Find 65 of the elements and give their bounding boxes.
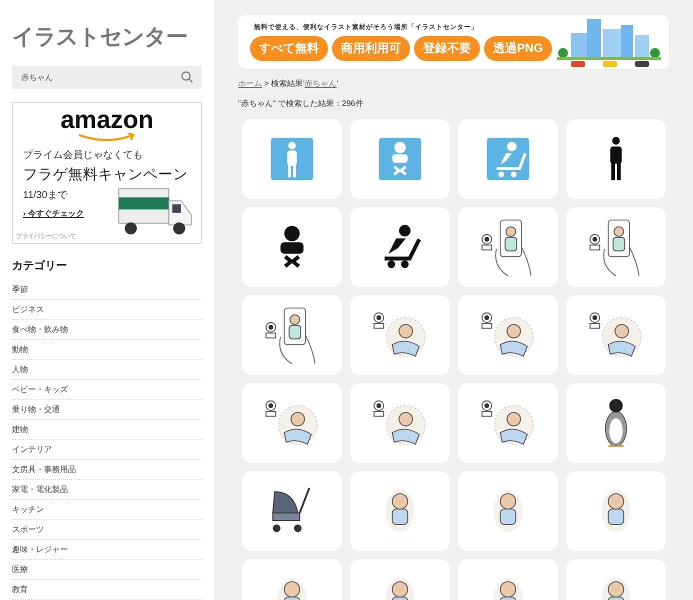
category-link[interactable]: ビジネス	[12, 300, 202, 320]
baby-illustration	[278, 578, 306, 600]
category-link[interactable]: 建物	[12, 420, 202, 440]
sleeping-baby-illustration	[482, 400, 534, 445]
baby-illustration	[602, 490, 630, 532]
baby-pictogram-icon	[280, 226, 304, 268]
baby-monitor-illustration	[590, 220, 640, 276]
baby-monitor-illustration	[266, 308, 316, 364]
stroller-sign-icon	[486, 138, 530, 180]
person-pictogram-icon	[610, 136, 622, 180]
search-term-link[interactable]: 赤ちゃん	[304, 79, 337, 88]
breadcrumb-separator: >	[264, 79, 269, 88]
search-icon[interactable]	[181, 71, 193, 84]
ad-text: プライム会員じゃなくても	[23, 148, 144, 162]
category-link[interactable]: キッチン	[12, 500, 202, 520]
stroller-pictogram-icon	[384, 224, 421, 268]
feature-badge: すべて無料	[250, 36, 328, 61]
category-link[interactable]: 食べ物・飲み物	[12, 320, 202, 340]
category-link[interactable]: 季節	[12, 280, 202, 300]
sleeping-baby-illustration	[590, 312, 642, 357]
baby-monitor-illustration	[482, 220, 532, 276]
category-heading: カテゴリー	[12, 259, 68, 273]
baby-illustration	[602, 578, 630, 600]
ad-date: 11/30まで	[23, 188, 68, 202]
result-count: "赤ちゃん" で検索した結果：296件	[238, 98, 364, 109]
baby-sign-icon	[378, 138, 422, 180]
baby-illustration	[386, 490, 414, 532]
category-link[interactable]: スポーツ	[12, 520, 202, 540]
category-link[interactable]: 医療	[12, 560, 202, 580]
feature-badge: 登録不要	[414, 36, 480, 61]
baby-illustration	[386, 578, 414, 600]
sleeping-baby-illustration	[266, 400, 318, 445]
ad-link[interactable]: › 今すぐチェック	[23, 208, 84, 219]
illustration-card[interactable]	[566, 383, 666, 463]
breadcrumb-quote: '	[336, 79, 338, 88]
feature-badge: 透過PNG	[484, 36, 552, 61]
category-link[interactable]: 家電・電化製品	[12, 480, 202, 500]
category-link[interactable]: 人物	[12, 360, 202, 380]
category-link[interactable]: 動物	[12, 340, 202, 360]
category-link[interactable]: ベビー・キッズ	[12, 380, 202, 400]
illustration-card[interactable]	[242, 471, 342, 551]
category-link[interactable]: 教育	[12, 580, 202, 600]
baby-illustration	[494, 578, 522, 600]
illustration-card[interactable]	[566, 119, 666, 199]
category-link[interactable]: 文房具・事務用品	[12, 460, 202, 480]
sleeping-baby-illustration	[374, 400, 426, 445]
category-link[interactable]: 乗り物・交通	[12, 400, 202, 420]
category-link[interactable]: インテリア	[12, 440, 202, 460]
penguin-illustration	[604, 398, 628, 448]
sleeping-baby-illustration	[482, 312, 534, 357]
smile-arrow-icon	[77, 132, 137, 142]
feature-badge: 商用利用可	[332, 36, 410, 61]
ad-headline: フラゲ無料キャンペーン	[23, 166, 189, 184]
illustration-card[interactable]	[242, 207, 342, 287]
ad-brand-logo: amazon	[59, 106, 155, 133]
illustration-card[interactable]	[350, 207, 450, 287]
home-link[interactable]: ホーム	[238, 79, 262, 88]
search-field[interactable]: 赤ちゃん	[12, 66, 202, 89]
stroller-illustration	[272, 488, 310, 532]
breadcrumb-label: 検索結果'	[271, 79, 305, 88]
person-sign-icon	[270, 138, 314, 180]
site-logo[interactable]: イラストセンター	[12, 22, 202, 52]
category-link[interactable]: 趣味・レジャー	[12, 540, 202, 560]
baby-illustration	[494, 490, 522, 532]
sleeping-baby-illustration	[374, 312, 426, 357]
